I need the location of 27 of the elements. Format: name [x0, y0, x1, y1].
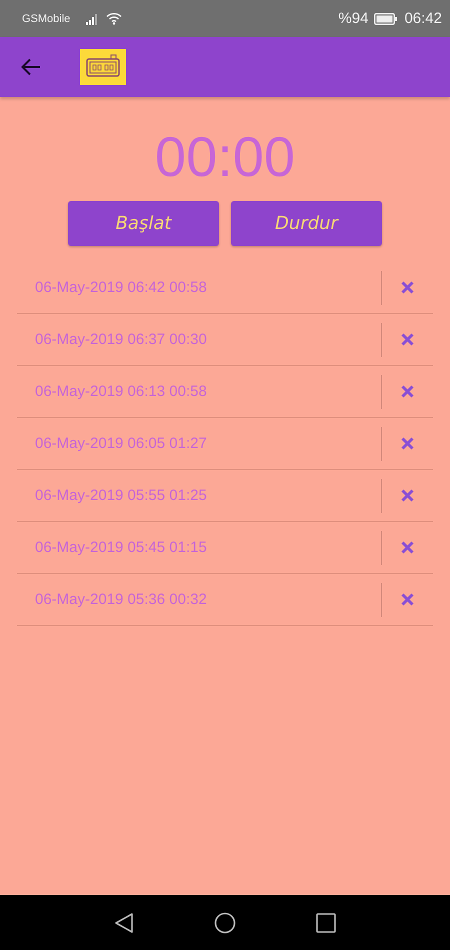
back-arrow-icon[interactable] [21, 58, 41, 76]
lap-entry: 06-May-2019 06:42 00:58 [34, 279, 208, 296]
home-nav-icon[interactable] [214, 912, 236, 934]
close-icon[interactable] [401, 281, 414, 294]
back-nav-icon[interactable] [114, 912, 134, 934]
wifi-icon [106, 12, 122, 25]
stop-button[interactable]: Durdur [231, 201, 382, 246]
lap-entry: 06-May-2019 06:05 01:27 [34, 435, 208, 452]
close-icon[interactable] [401, 437, 414, 450]
carrier-name: GSMobile [22, 12, 70, 24]
recents-nav-icon[interactable] [316, 912, 336, 932]
lap-entry: 06-May-2019 05:55 01:25 [34, 487, 208, 504]
timer-display: 00:00 [154, 125, 296, 189]
battery-icon [374, 12, 398, 24]
close-icon[interactable] [401, 385, 414, 398]
clock-logo-icon [80, 49, 126, 85]
close-icon[interactable] [401, 333, 414, 346]
clock-time: 06:42 [404, 10, 442, 27]
close-icon[interactable] [401, 541, 414, 554]
battery-percent: %94 [338, 10, 368, 27]
lap-entry: 06-May-2019 06:37 00:30 [34, 331, 208, 348]
lap-entry: 06-May-2019 06:13 00:58 [34, 383, 208, 400]
close-icon[interactable] [401, 593, 414, 606]
close-icon[interactable] [401, 489, 414, 502]
lap-entry: 06-May-2019 05:36 00:32 [34, 591, 208, 608]
lap-entry: 06-May-2019 05:45 01:15 [34, 539, 208, 556]
start-button[interactable]: Başlat [68, 201, 219, 246]
